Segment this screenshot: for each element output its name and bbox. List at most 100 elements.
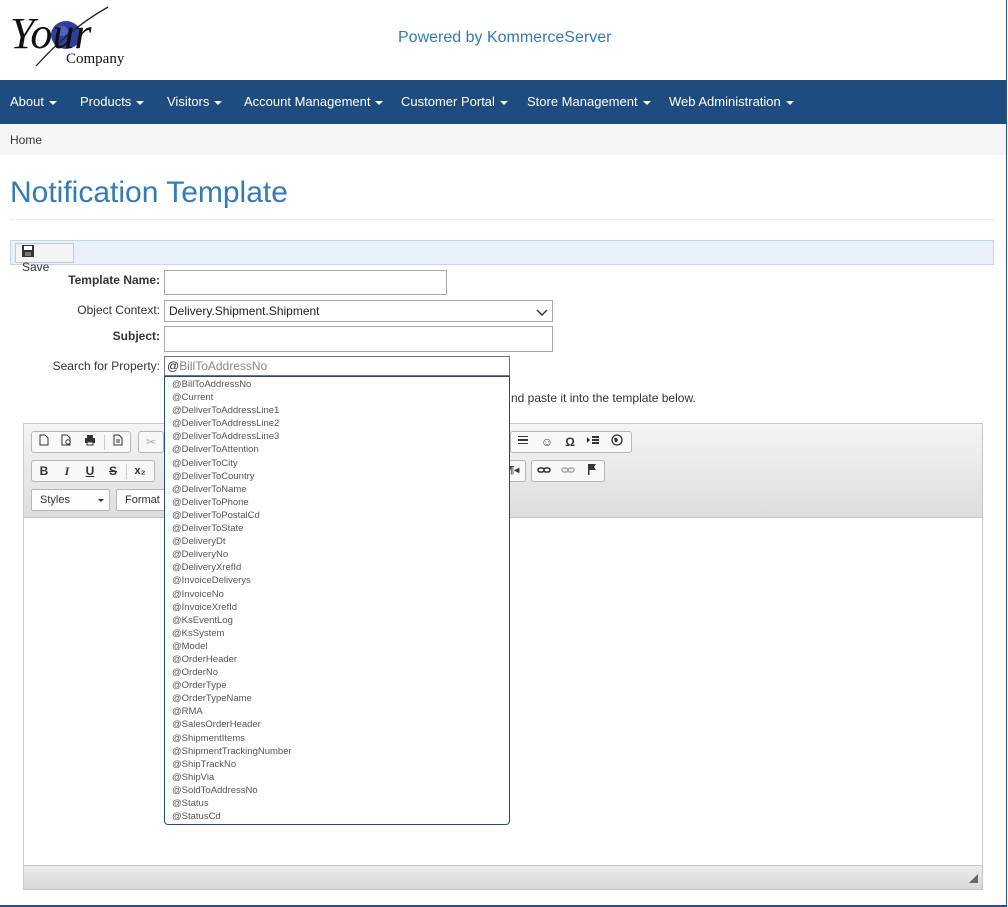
bold-icon[interactable]: B: [35, 463, 53, 479]
suggestion-item[interactable]: @InvoiceDeliverys: [165, 574, 509, 587]
templates-icon[interactable]: [109, 434, 127, 450]
suggestion-item[interactable]: @KsSystem: [165, 627, 509, 640]
property-suggestions-list: @BillToAddressNo @Current @DeliverToAddres…: [164, 376, 510, 825]
nav-store-management[interactable]: Store Management: [527, 94, 651, 109]
suggestion-item[interactable]: @OrderNo: [165, 666, 509, 679]
suggestion-item[interactable]: @Current: [165, 391, 509, 404]
toolbar-group-insert: ☺ Ω: [510, 431, 632, 453]
suggestion-item[interactable]: @OrderTypeName: [165, 692, 509, 705]
company-logo[interactable]: Your Company: [8, 4, 143, 70]
nav-customer-portal[interactable]: Customer Portal: [401, 94, 508, 109]
suggestion-item[interactable]: @DeliverToAddressLine3: [165, 430, 509, 443]
suggestion-item[interactable]: @KsEventLog: [165, 614, 509, 627]
logo-subtitle: Company: [66, 51, 125, 67]
suggestion-item[interactable]: @DeliverToAddressLine1: [165, 404, 509, 417]
underline-icon[interactable]: U: [81, 463, 99, 479]
main-navbar: About Products Visitors Account Manageme…: [0, 80, 1006, 124]
suggestion-item[interactable]: @DeliverToAttention: [165, 443, 509, 456]
suggestion-item[interactable]: @DeliveryNo: [165, 548, 509, 561]
toolbar-group-document: [31, 431, 131, 453]
styles-dropdown[interactable]: Styles: [31, 489, 110, 511]
suggestion-item[interactable]: @InvoiceXrefId: [165, 601, 509, 614]
suggestion-item[interactable]: @ShipTrackNo: [165, 758, 509, 771]
new-page-icon[interactable]: [35, 434, 53, 450]
suggestion-item[interactable]: @StatusCd: [165, 810, 509, 823]
link-icon[interactable]: [535, 463, 553, 479]
nav-visitors[interactable]: Visitors: [167, 94, 223, 109]
suggestion-item[interactable]: @Status: [165, 797, 509, 810]
suggestion-item[interactable]: @SoldToAddressNo: [165, 784, 509, 797]
suggestion-item[interactable]: @BillToAddressNo: [165, 378, 509, 391]
suggestion-item[interactable]: @RMA: [165, 705, 509, 718]
save-button[interactable]: Save: [15, 243, 74, 274]
action-toolbar: Save: [10, 240, 994, 274]
nav-label: Products: [80, 94, 132, 109]
print-icon[interactable]: [81, 434, 99, 450]
suggestion-item[interactable]: @SalesOrderHeader: [165, 718, 509, 731]
suggestion-item[interactable]: @OrderType: [165, 679, 509, 692]
subject-label: Subject:: [112, 329, 160, 343]
suggestion-item[interactable]: @DeliverToPhone: [165, 496, 509, 509]
editor-statusbar: [24, 865, 982, 889]
search-property-input[interactable]: @BillToAddressNo: [164, 356, 510, 376]
subject-input[interactable]: [164, 326, 553, 352]
nav-label: Account Management: [244, 94, 371, 109]
suggestion-item[interactable]: @ShipmentTrackingNumber: [165, 745, 509, 758]
toolbar-separator: [104, 435, 105, 450]
caret-down-icon: [785, 100, 794, 105]
nav-label: Customer Portal: [401, 94, 495, 109]
object-context-value: Delivery.Shipment.Shipment: [169, 304, 320, 318]
horizontal-line-icon[interactable]: [514, 434, 532, 450]
unlink-icon[interactable]: [559, 463, 577, 479]
page-break-icon[interactable]: [584, 434, 602, 450]
subscript-icon[interactable]: x₂: [131, 463, 149, 479]
breadcrumb-home[interactable]: Home: [10, 133, 42, 147]
preview-icon[interactable]: [58, 434, 76, 450]
suggestion-item[interactable]: @DeliverToCity: [165, 457, 509, 470]
template-name-label: Template Name:: [68, 273, 160, 287]
toolbar-separator: [126, 464, 127, 479]
suggestion-item[interactable]: @DeliverToCountry: [165, 470, 509, 483]
caret-down-icon: [136, 100, 145, 105]
nav-label: Store Management: [527, 94, 638, 109]
suggestion-item[interactable]: @ShipmentItems: [165, 732, 509, 745]
floppy-disk-icon: [22, 245, 34, 260]
suggestion-item[interactable]: @DeliverToState: [165, 522, 509, 535]
special-char-icon[interactable]: Ω: [561, 434, 579, 450]
suggestion-item[interactable]: @OrderHeader: [165, 653, 509, 666]
strikethrough-icon[interactable]: S: [104, 463, 122, 479]
format-label: Format: [125, 494, 160, 506]
resize-handle-icon[interactable]: [969, 872, 978, 886]
suggestion-item[interactable]: @DeliverToAddressLine2: [165, 417, 509, 430]
nav-web-administration[interactable]: Web Administration: [669, 94, 794, 109]
suggestion-item[interactable]: @Model: [165, 640, 509, 653]
nav-about[interactable]: About: [10, 94, 57, 109]
template-name-input[interactable]: [164, 270, 447, 295]
cut-icon[interactable]: ✂: [142, 434, 160, 450]
suggestion-item[interactable]: @ShipVia: [165, 771, 509, 784]
suggestion-item[interactable]: @InvoiceNo: [165, 588, 509, 601]
suggestion-item[interactable]: @DeliverToPostalCd: [165, 509, 509, 522]
toolbar-group-clipboard: ✂: [138, 431, 164, 453]
save-label: Save: [22, 260, 50, 274]
instruction-text: nd paste it into the template below.: [511, 391, 696, 405]
suggestion-item[interactable]: @DeliveryDt: [165, 535, 509, 548]
nav-label: About: [10, 94, 44, 109]
nav-account-management[interactable]: Account Management: [244, 94, 384, 109]
anchor-flag-icon[interactable]: [583, 463, 601, 479]
italic-icon[interactable]: I: [58, 463, 76, 479]
site-header: Your Company Powered by KommerceServer: [0, 0, 1006, 80]
suggestion-item[interactable]: @DeliveryXrefId: [165, 561, 509, 574]
smiley-icon[interactable]: ☺: [538, 434, 556, 450]
chevron-down-icon: [98, 499, 104, 502]
object-context-select[interactable]: Delivery.Shipment.Shipment: [164, 300, 553, 322]
title-divider: [10, 219, 994, 220]
nav-label: Web Administration: [669, 94, 781, 109]
suggestion-item[interactable]: @DeliverToName: [165, 483, 509, 496]
chevron-down-icon: [536, 306, 548, 320]
search-property-label: Search for Property:: [52, 359, 160, 373]
iframe-globe-icon[interactable]: [608, 434, 626, 450]
nav-products[interactable]: Products: [80, 94, 145, 109]
powered-by-text[interactable]: Powered by KommerceServer: [398, 29, 611, 47]
caret-down-icon: [48, 100, 57, 105]
